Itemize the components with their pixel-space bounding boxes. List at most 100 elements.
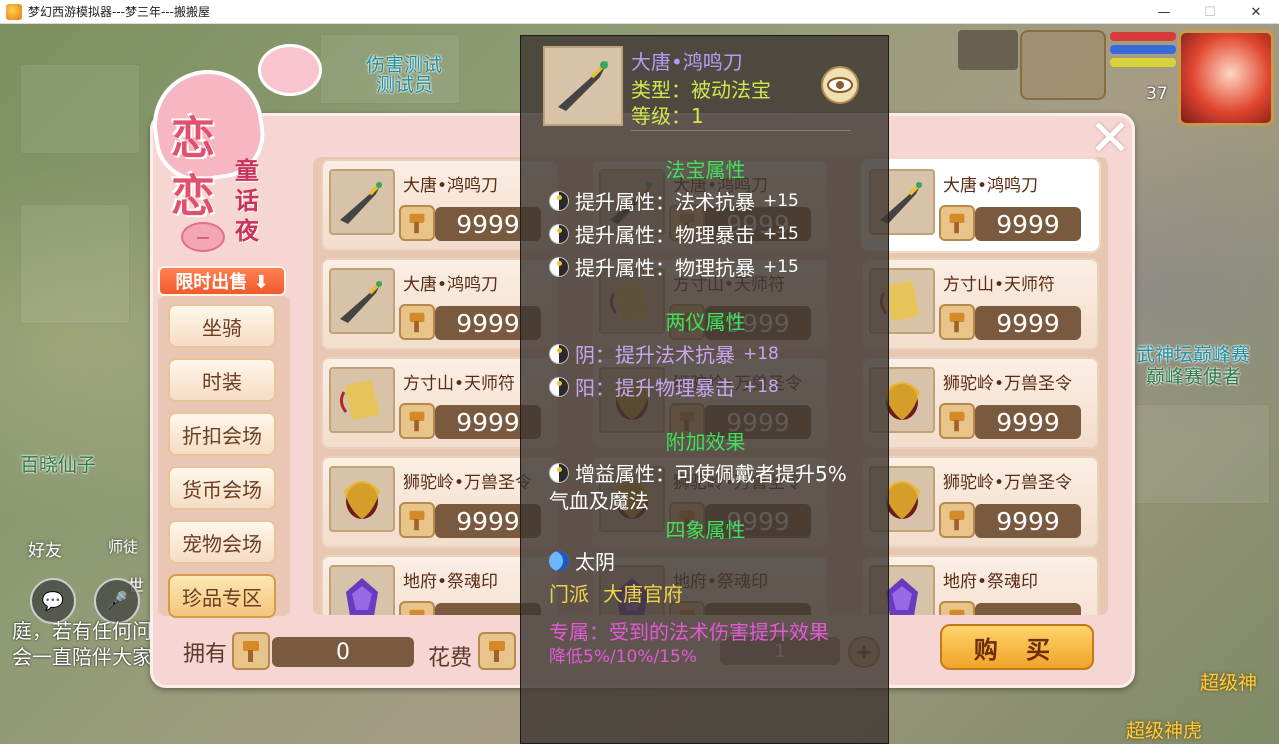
item-name: 地府•祭魂印: [943, 572, 1039, 592]
window-title: 梦幻西游模拟器---梦三年---搬搬屋: [28, 5, 210, 19]
npc-label-super-god[interactable]: 超级神: [1200, 668, 1257, 695]
tooltip-item-type: 类型：被动法宝: [631, 78, 771, 102]
item-price: 9999: [975, 306, 1081, 340]
fabao-attr-1: 提升属性：法术抗暴 +15: [549, 186, 799, 215]
item-name: 地府•祭魂印: [403, 572, 499, 592]
item-name: 狮驼岭•万兽圣令: [943, 374, 1073, 394]
section-sixiang: 四象属性: [665, 518, 746, 542]
item-price: [975, 603, 1081, 615]
cost-label: 花费: [428, 646, 473, 671]
npc-label-tester[interactable]: 测试员: [376, 70, 433, 97]
logo-badge: 一: [181, 222, 225, 252]
shop-logo: 恋 恋 童话夜 一: [145, 44, 322, 300]
coin-icon: [939, 601, 975, 615]
player-avatar[interactable]: [1178, 30, 1274, 126]
taiji-icon: [549, 376, 569, 397]
item-name: 大唐•鸿鸣刀: [943, 176, 1039, 196]
coin-icon: [399, 403, 435, 439]
npc-label-super-tiger[interactable]: 超级神虎: [1126, 716, 1202, 743]
item-tooltip: 大唐•鸿鸣刀 类型：被动法宝 等级：1 法宝属性 提升属性：法术抗暴 +15 提升…: [520, 35, 889, 744]
coin-icon: [399, 304, 435, 340]
item-name: 狮驼岭•万兽圣令: [943, 473, 1073, 493]
tooltip-item-level: 等级：1: [631, 104, 704, 128]
section-fujia: 附加效果: [665, 430, 746, 454]
moon-icon: [549, 550, 569, 571]
microphone-icon: 🎤: [105, 590, 129, 612]
pet-avatar[interactable]: [1020, 30, 1106, 100]
taiji-icon: [549, 256, 569, 277]
hud-stats: [958, 30, 1018, 70]
shop-item-card[interactable]: 地府•祭魂印: [861, 555, 1099, 615]
friends-label: 好友: [28, 541, 62, 561]
shop-item-card[interactable]: 大唐•鸿鸣刀 9999: [861, 159, 1099, 251]
blade-icon: [329, 169, 395, 235]
player-level: 37: [1146, 84, 1168, 104]
item-name: 大唐•鸿鸣刀: [403, 275, 499, 295]
section-liangyi: 两仪属性: [665, 310, 746, 334]
nav-discount[interactable]: 折扣会场: [168, 412, 276, 456]
item-name: 方寸山•天师符: [403, 374, 516, 394]
nav-treasure[interactable]: 珍品专区: [168, 574, 276, 618]
item-name: 狮驼岭•万兽圣令: [403, 473, 533, 493]
coin-icon: [939, 403, 975, 439]
app-icon: [6, 3, 22, 20]
limited-sale-banner[interactable]: 限时出售 ⬇: [158, 266, 286, 296]
nav-mount[interactable]: 坐骑: [168, 304, 276, 348]
shop-item-card[interactable]: 狮驼岭•万兽圣令 9999: [861, 456, 1099, 548]
blade-icon: [543, 46, 623, 126]
tooltip-item-name: 大唐•鸿鸣刀: [631, 50, 743, 74]
sixiang-value: 太阴: [549, 546, 615, 575]
chat-icon: 💬: [41, 590, 65, 612]
own-value: 0: [272, 637, 414, 667]
blade-icon: [329, 268, 395, 334]
item-price: 9999: [975, 405, 1081, 439]
item-name: 方寸山•天师符: [943, 275, 1056, 295]
coin-icon: [399, 601, 435, 615]
section-fabao: 法宝属性: [665, 158, 746, 182]
buy-button[interactable]: 购 买: [940, 624, 1094, 670]
close-window-button[interactable]: ✕: [1233, 0, 1279, 24]
fabao-attr-2: 提升属性：物理暴击 +15: [549, 219, 799, 248]
nav-fashion[interactable]: 时装: [168, 358, 276, 402]
eye-icon[interactable]: [821, 66, 859, 104]
taiji-icon: [549, 462, 569, 483]
taiji-icon: [549, 190, 569, 211]
shop-category-nav: 坐骑 时装 折扣会场 货币会场 宠物会场 珍品专区: [158, 296, 290, 618]
own-label: 拥有: [183, 642, 228, 667]
sect-line: 门派 大唐官府: [549, 582, 683, 606]
liangyi-attr-yin: 阴：提升法术抗暴 +18: [549, 339, 779, 368]
taiji-icon: [549, 343, 569, 364]
liangyi-attr-yang: 阳：提升物理暴击 +18: [549, 372, 779, 401]
master-label: 师徒: [108, 538, 139, 556]
coin-icon: [232, 632, 270, 670]
nav-currency[interactable]: 货币会场: [168, 466, 276, 510]
npc-label-baixiao[interactable]: 百晓仙子: [20, 450, 96, 477]
coin-icon: [478, 632, 516, 670]
talisman-icon: [329, 367, 395, 433]
exclusive-line2: 降低5%/10%/15%: [549, 647, 697, 667]
close-shop-button[interactable]: ✕: [1084, 109, 1136, 167]
coin-icon: [399, 205, 435, 241]
item-price: 9999: [975, 207, 1081, 241]
fabao-attr-3: 提升属性：物理抗暴 +15: [549, 252, 799, 281]
exclusive-line1: 专属：受到的法术伤害提升效果: [549, 620, 829, 644]
coin-icon: [939, 205, 975, 241]
window-titlebar: 梦幻西游模拟器---梦三年---搬搬屋 — ☐ ✕: [0, 0, 1279, 24]
nav-pet[interactable]: 宠物会场: [168, 520, 276, 564]
hp-mp-bars: [1110, 32, 1176, 71]
taiji-icon: [549, 223, 569, 244]
fujia-attr-line1: 增益属性：可使佩戴者提升5%: [549, 458, 847, 487]
coin-icon: [399, 502, 435, 538]
minimize-button[interactable]: —: [1141, 0, 1187, 24]
coin-icon: [939, 502, 975, 538]
seal-icon: [329, 565, 395, 615]
npc-label-envoy[interactable]: 巅峰赛使者: [1146, 362, 1241, 389]
shop-item-card[interactable]: 狮驼岭•万兽圣令 9999: [861, 357, 1099, 449]
token-icon: [329, 466, 395, 532]
fujia-attr-line2: 气血及魔法: [549, 489, 649, 513]
maximize-button[interactable]: ☐: [1187, 0, 1233, 24]
coin-icon: [939, 304, 975, 340]
shop-item-card[interactable]: 方寸山•天师符 9999: [861, 258, 1099, 350]
item-price: 9999: [975, 504, 1081, 538]
heart-icon: [258, 44, 322, 96]
